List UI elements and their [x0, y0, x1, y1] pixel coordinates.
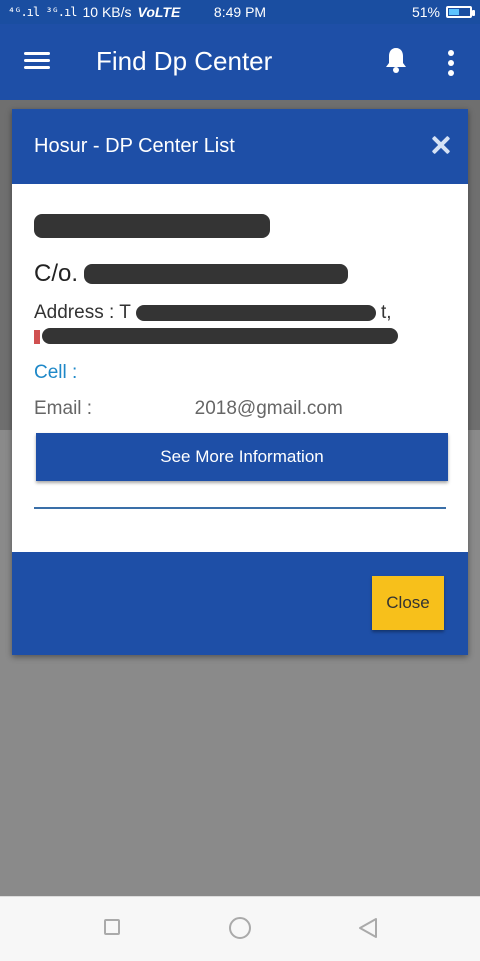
square-icon[interactable] [104, 919, 120, 935]
email-label: Email : [34, 398, 93, 419]
battery-icon [446, 6, 475, 18]
battery-percent: 51% [411, 4, 440, 20]
redacted-care-of [84, 264, 349, 284]
redacted-address [135, 304, 376, 321]
care-of-label: C/o. [34, 260, 79, 287]
dp-center-dialog: Hosur - DP Center List C/o. Address : T … [12, 109, 468, 655]
status-left: ⁴ᴳ.ıl ³ᴳ.ıl 10 KB/s VoLTE [8, 4, 180, 20]
center-name [34, 208, 270, 242]
app-title: Find Dp Center [96, 46, 273, 76]
bell-icon[interactable] [384, 46, 408, 74]
more-vert-icon[interactable] [440, 50, 460, 76]
email-value: 2018@gmail.com [194, 398, 343, 419]
see-more-information-button[interactable]: See More Information [36, 433, 448, 481]
dialog-title: Hosur - DP Center List [34, 135, 235, 157]
close-button[interactable]: Close [372, 576, 444, 630]
dialog-body: C/o. Address : T t, Cell : Email : 2018@… [12, 184, 468, 552]
email-line[interactable]: Email : 2018@gmail.com [34, 398, 343, 420]
redacted-address-2 [42, 328, 398, 344]
network-speed: 10 KB/s [82, 4, 132, 20]
address-tail: t, [381, 302, 392, 323]
battery-fill [449, 9, 459, 15]
dialog-header: Hosur - DP Center List [12, 109, 468, 184]
system-nav-bar [0, 896, 480, 961]
circle-icon[interactable] [229, 917, 251, 939]
address-line: Address : T t, [34, 300, 454, 326]
redacted-center-name [34, 214, 270, 239]
cell-label: Cell : [34, 362, 78, 383]
volte-indicator: VoLTE [137, 4, 181, 20]
clock: 8:49 PM [213, 4, 267, 20]
address-marker [34, 330, 40, 344]
cell-line[interactable]: Cell : [34, 362, 77, 384]
address-line-2 [34, 328, 414, 346]
status-right: 51% [411, 4, 475, 20]
close-icon[interactable] [430, 135, 450, 155]
address-label: Address : T [34, 302, 131, 323]
divider [34, 507, 446, 509]
dialog-footer: Close [12, 552, 468, 655]
menu-icon[interactable] [22, 46, 52, 76]
app-bar: Find Dp Center [0, 24, 480, 100]
signal-icon: ⁴ᴳ.ıl ³ᴳ.ıl [8, 5, 77, 19]
care-of-line: C/o. [34, 260, 349, 288]
triangle-back-icon[interactable] [357, 917, 379, 939]
status-bar: ⁴ᴳ.ıl ³ᴳ.ıl 10 KB/s VoLTE 8:49 PM 51% [0, 0, 480, 24]
